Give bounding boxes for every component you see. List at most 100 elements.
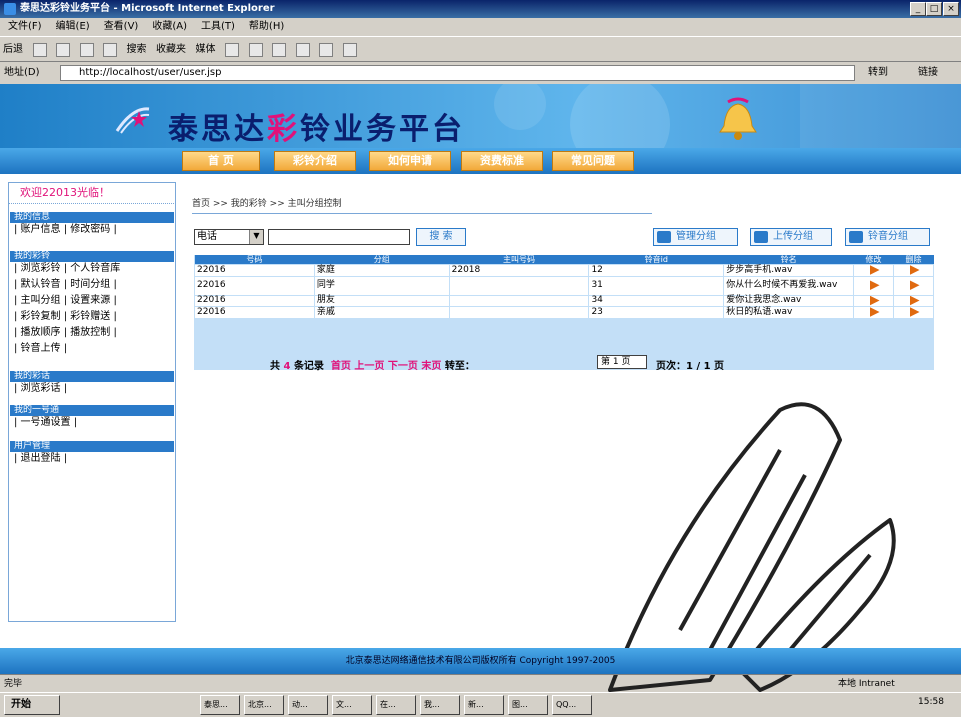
table-row: 22016 朋友 34 爱你让我思念.wav bbox=[194, 294, 934, 307]
search-type-value: 电话 bbox=[197, 231, 217, 242]
sidebar-link-copy[interactable]: | 彩铃复制 | 彩铃赠送 | bbox=[10, 310, 174, 324]
manage-group-button[interactable]: 管理分组 bbox=[653, 228, 738, 246]
sidebar-link-caller-group[interactable]: | 主叫分组 | 设置来源 | bbox=[10, 294, 174, 308]
sidebar-head-onenum: 我的一号通 bbox=[10, 405, 174, 416]
col-delete: 删除 bbox=[893, 255, 934, 265]
status-text: 完毕 bbox=[4, 679, 23, 689]
links-button[interactable]: 链接 bbox=[918, 62, 938, 84]
upload-group-button[interactable]: 上传分组 bbox=[750, 228, 832, 246]
menu-edit[interactable]: 编辑(E) bbox=[56, 21, 90, 32]
go-button[interactable]: 转到 bbox=[868, 62, 888, 84]
menu-tools[interactable]: 工具(T) bbox=[201, 21, 235, 32]
cell-group: 家庭 bbox=[313, 264, 450, 277]
refresh-icon[interactable] bbox=[79, 43, 94, 57]
messenger-icon[interactable] bbox=[342, 43, 357, 57]
cell-number: 22016 bbox=[194, 306, 315, 319]
ring-group-label: 铃音分组 bbox=[868, 231, 908, 242]
company-logo bbox=[115, 107, 150, 134]
search-type-select[interactable]: 电话 ▼ bbox=[194, 229, 264, 245]
edit-icon[interactable] bbox=[853, 275, 894, 296]
pager-first[interactable]: 首页 bbox=[331, 361, 351, 372]
menu-help[interactable]: 帮助(H) bbox=[249, 21, 284, 32]
search-button[interactable]: 搜索 bbox=[127, 41, 147, 59]
pager: 共 4 条记录 首页 上一页 下一页 末页 转至： bbox=[270, 357, 475, 372]
taskbar-item[interactable]: 图... bbox=[508, 695, 548, 715]
maximize-button[interactable]: □ bbox=[926, 2, 942, 16]
taskbar-item[interactable]: 新... bbox=[464, 695, 504, 715]
sidebar-link-upload[interactable]: | 铃音上传 | bbox=[10, 342, 174, 356]
media-button[interactable]: 媒体 bbox=[196, 41, 216, 59]
taskbar-item[interactable]: QQ... bbox=[552, 695, 592, 715]
cell-ringname: 步步高手机.wav bbox=[723, 264, 855, 277]
taskbar-item[interactable]: 在... bbox=[376, 695, 416, 715]
cell-caller bbox=[448, 294, 590, 307]
print-icon[interactable] bbox=[272, 43, 286, 57]
edit-icon[interactable] bbox=[853, 294, 894, 307]
taskbar-item[interactable]: 动... bbox=[288, 695, 328, 715]
stop-icon[interactable] bbox=[56, 43, 70, 57]
sidebar-link-play[interactable]: | 播放顺序 | 播放控制 | bbox=[10, 326, 174, 340]
nav-fees[interactable]: 资费标准 bbox=[461, 151, 543, 171]
ring-group-button[interactable]: 铃音分组 bbox=[845, 228, 930, 246]
sidebar-link-account[interactable]: | 账户信息 | 修改密码 | bbox=[10, 223, 174, 237]
edit-icon[interactable] bbox=[853, 264, 894, 277]
taskbar-item[interactable]: 文... bbox=[332, 695, 372, 715]
sidebar-link-logout[interactable]: | 退出登陆 | bbox=[10, 452, 174, 466]
discuss-icon[interactable] bbox=[319, 43, 333, 57]
nav-intro[interactable]: 彩铃介绍 bbox=[274, 151, 356, 171]
cell-caller: 22018 bbox=[448, 264, 590, 277]
window-titlebar: 泰思达彩铃业务平台 - Microsoft Internet Explorer bbox=[0, 0, 961, 18]
sidebar-link-browse[interactable]: | 浏览彩铃 | 个人铃音库 bbox=[10, 262, 174, 276]
col-number: 号码 bbox=[194, 255, 315, 265]
cell-ringid: 23 bbox=[588, 306, 725, 319]
sidebar-link-onenum[interactable]: | 一号通设置 | bbox=[10, 416, 174, 430]
start-button[interactable]: 开始 bbox=[4, 695, 60, 715]
edit-icon bbox=[657, 231, 671, 243]
search-button[interactable]: 搜 索 bbox=[416, 228, 466, 246]
sidebar-link-talk[interactable]: | 浏览彩话 | bbox=[10, 382, 174, 396]
delete-icon[interactable] bbox=[893, 306, 934, 319]
pager-last[interactable]: 末页 bbox=[421, 361, 441, 372]
sidebar-head-user: 用户管理 bbox=[10, 441, 174, 452]
delete-icon[interactable] bbox=[893, 294, 934, 307]
sidebar-head-ring: 我的彩铃 bbox=[10, 251, 174, 262]
taskbar-item[interactable]: 北京... bbox=[244, 695, 284, 715]
edit-icon[interactable] bbox=[853, 306, 894, 319]
history-icon[interactable] bbox=[225, 43, 239, 57]
minimize-button[interactable]: _ bbox=[910, 2, 926, 16]
edit-icon bbox=[754, 231, 768, 243]
divider bbox=[192, 213, 652, 214]
address-label: 地址(D) bbox=[4, 67, 40, 78]
nav-faq[interactable]: 常见问题 bbox=[552, 151, 634, 171]
search-input[interactable] bbox=[268, 229, 410, 245]
nav-home[interactable]: 首 页 bbox=[182, 151, 260, 171]
back-button[interactable]: 后退 bbox=[3, 41, 23, 59]
pager-next[interactable]: 下一页 bbox=[388, 361, 418, 372]
home-icon[interactable] bbox=[103, 43, 117, 57]
pager-pages: 页次：1 / 1 页 bbox=[656, 361, 725, 372]
menu-view[interactable]: 查看(V) bbox=[104, 21, 139, 32]
pager-goto: 转至： bbox=[444, 361, 475, 372]
menu-favorites[interactable]: 收藏(A) bbox=[152, 21, 187, 32]
upload-group-label: 上传分组 bbox=[773, 231, 813, 242]
nav-apply[interactable]: 如何申请 bbox=[369, 151, 451, 171]
chevron-down-icon[interactable]: ▼ bbox=[249, 230, 263, 244]
sidebar-link-default[interactable]: | 默认铃音 | 时间分组 | bbox=[10, 278, 174, 292]
address-input[interactable]: http://localhost/user/user.jsp bbox=[60, 65, 855, 81]
cell-number: 22016 bbox=[194, 264, 315, 277]
close-button[interactable]: × bbox=[943, 2, 959, 16]
forward-icon[interactable] bbox=[32, 43, 47, 57]
mail-icon[interactable] bbox=[248, 43, 263, 57]
ie-icon bbox=[4, 3, 16, 15]
banner-title-b: 彩 bbox=[267, 112, 300, 147]
favorites-button[interactable]: 收藏夹 bbox=[156, 41, 186, 59]
edit-icon[interactable] bbox=[295, 43, 310, 57]
delete-icon[interactable] bbox=[893, 264, 934, 277]
menu-bar: 文件(F) 编辑(E) 查看(V) 收藏(A) 工具(T) 帮助(H) bbox=[0, 18, 961, 36]
menu-file[interactable]: 文件(F) bbox=[8, 21, 42, 32]
pager-prev[interactable]: 上一页 bbox=[354, 361, 384, 372]
taskbar-item[interactable]: 我... bbox=[420, 695, 460, 715]
page-select[interactable]: 第 1 页 bbox=[597, 355, 647, 369]
taskbar-item[interactable]: 泰思... bbox=[200, 695, 240, 715]
delete-icon[interactable] bbox=[893, 275, 934, 296]
